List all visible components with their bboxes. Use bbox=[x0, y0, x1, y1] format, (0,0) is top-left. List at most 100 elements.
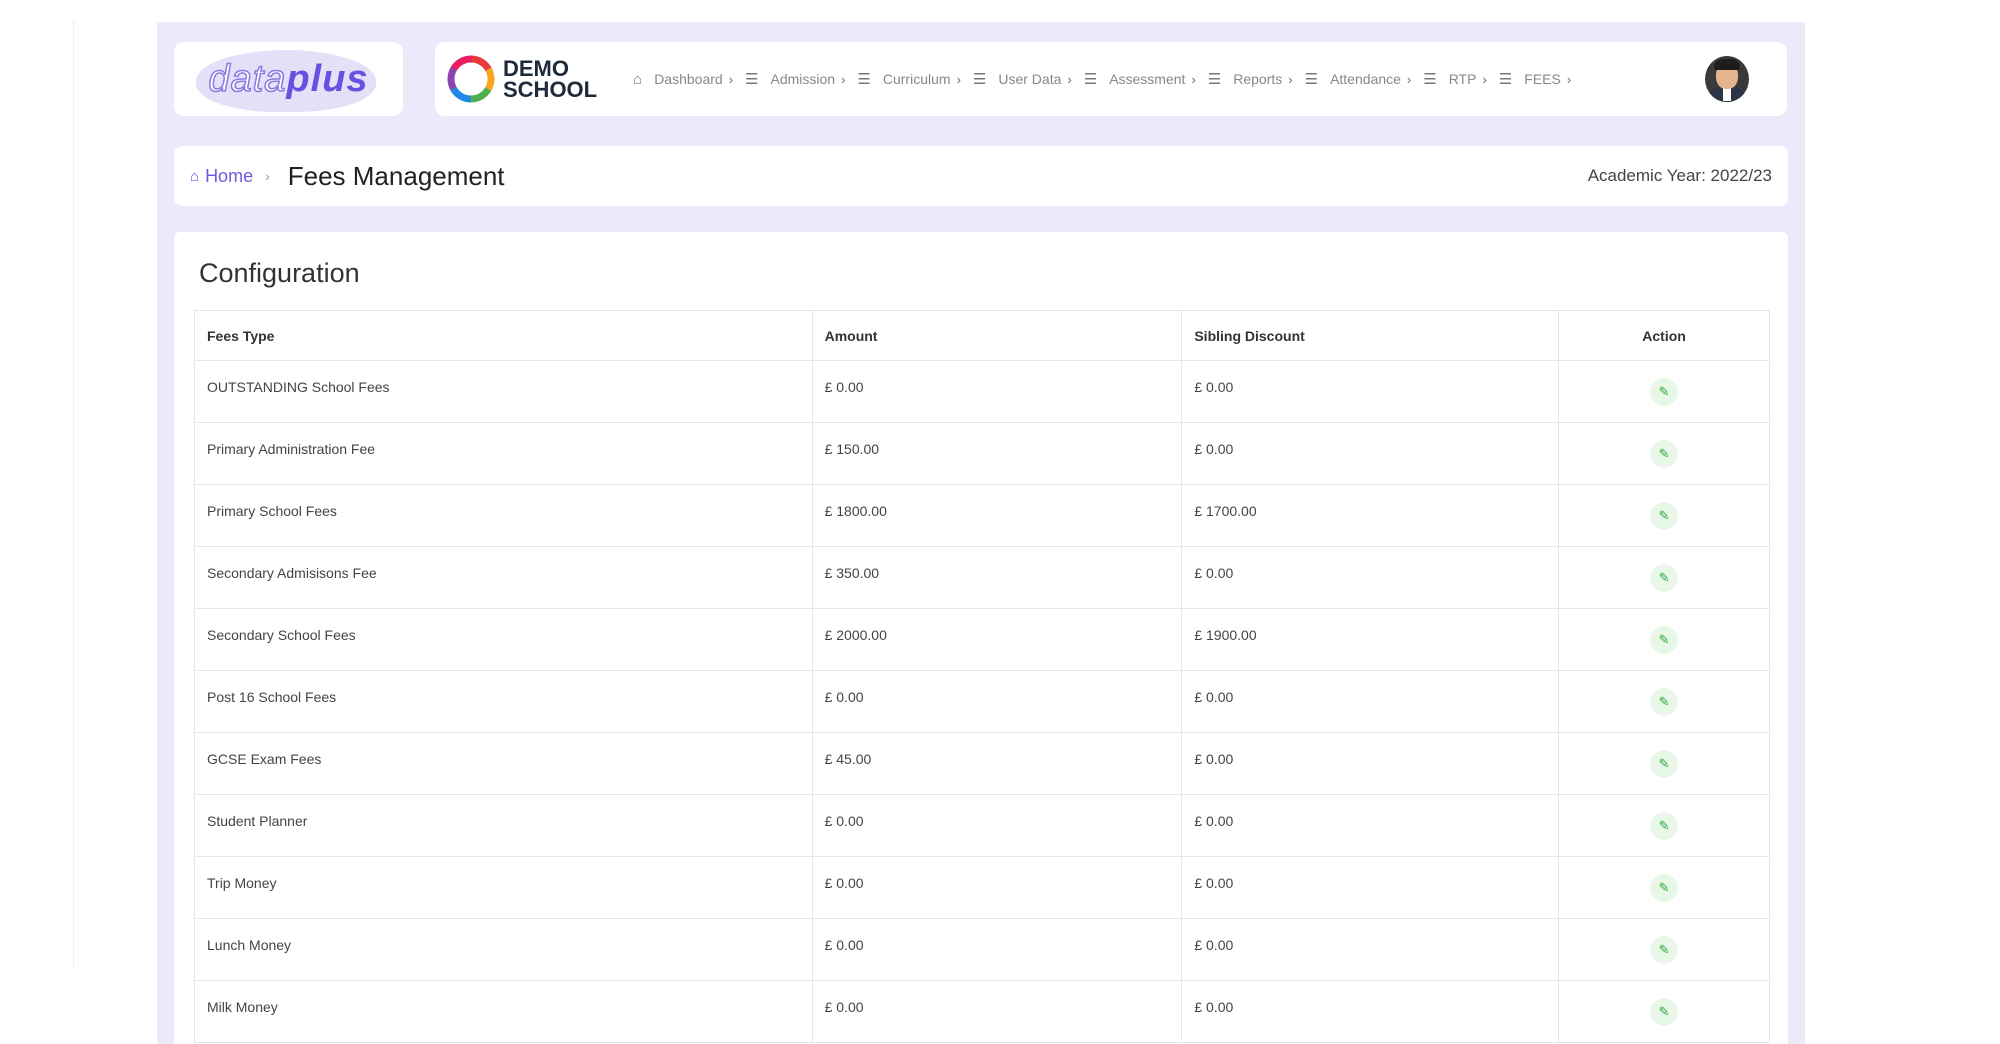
amount-cell: £ 1800.00 bbox=[811, 484, 1183, 547]
amount-cell: £ 0.00 bbox=[811, 794, 1183, 857]
table-row: OUTSTANDING School Fees £ 0.00 £ 0.00 ✎ bbox=[194, 360, 1770, 423]
action-cell: ✎ bbox=[1558, 918, 1770, 981]
amount-cell: £ 0.00 bbox=[811, 670, 1183, 733]
nav-reports[interactable]: ☰ Reports › bbox=[1208, 70, 1293, 88]
action-cell: ✎ bbox=[1558, 794, 1770, 857]
edit-button[interactable]: ✎ bbox=[1650, 687, 1679, 716]
edit-button[interactable]: ✎ bbox=[1650, 997, 1679, 1026]
nav-curriculum[interactable]: ☰ Curriculum › bbox=[857, 70, 960, 88]
top-navigation: DEMO SCHOOL ⌂ Dashboard › ☰ Admission › ☰ Cur… bbox=[435, 42, 1787, 116]
chevron-right-icon: › bbox=[956, 71, 961, 87]
breadcrumb-home[interactable]: ⌂ Home bbox=[190, 166, 253, 187]
menu-icon: ☰ bbox=[1304, 71, 1319, 88]
action-cell: ✎ bbox=[1558, 422, 1770, 485]
column-header-fees-type: Fees Type bbox=[194, 310, 813, 361]
amount-cell: £ 0.00 bbox=[811, 918, 1183, 981]
school-name: DEMO SCHOOL bbox=[503, 56, 598, 102]
nav-fees[interactable]: ☰ FEES › bbox=[1499, 70, 1571, 88]
menu-icon: ☰ bbox=[745, 71, 759, 88]
dataplus-logo[interactable]: dataplus bbox=[174, 42, 403, 116]
table-row: Secondary Admisisons Fee £ 350.00 £ 0.00… bbox=[194, 546, 1770, 609]
home-icon: ⌂ bbox=[633, 70, 643, 88]
main-menu: ⌂ Dashboard › ☰ Admission › ☰ Curriculum › ☰ Us… bbox=[633, 70, 1583, 89]
amount-cell: £ 45.00 bbox=[811, 732, 1183, 795]
edit-button[interactable]: ✎ bbox=[1650, 935, 1679, 964]
fees-type-cell: Primary Administration Fee bbox=[194, 422, 813, 485]
fees-type-cell: OUTSTANDING School Fees bbox=[194, 360, 813, 423]
school-logo[interactable]: DEMO SCHOOL bbox=[445, 53, 597, 105]
pencil-icon: ✎ bbox=[1658, 445, 1670, 461]
edit-button[interactable]: ✎ bbox=[1650, 501, 1679, 530]
pencil-icon: ✎ bbox=[1658, 941, 1670, 957]
action-cell: ✎ bbox=[1558, 484, 1770, 547]
table-header-row: Fees Type Amount Sibling Discount Action bbox=[194, 310, 1770, 361]
chevron-right-icon: › bbox=[1191, 71, 1196, 87]
discount-cell: £ 0.00 bbox=[1181, 732, 1560, 795]
chevron-right-icon: › bbox=[1288, 71, 1293, 87]
chevron-right-icon: › bbox=[841, 71, 846, 87]
school-emblem-icon bbox=[447, 55, 495, 103]
section-title: Configuration bbox=[199, 258, 360, 288]
fees-type-cell: Trip Money bbox=[194, 856, 813, 919]
academic-year: Academic Year: 2022/23 bbox=[1587, 166, 1772, 185]
column-header-sibling-discount: Sibling Discount bbox=[1181, 310, 1560, 361]
chevron-right-icon: › bbox=[1067, 71, 1072, 87]
fees-type-cell: Secondary School Fees bbox=[194, 608, 813, 671]
nav-user-data[interactable]: ☰ User Data › bbox=[973, 70, 1072, 88]
discount-cell: £ 0.00 bbox=[1181, 670, 1560, 733]
logo-text: dataplus bbox=[208, 57, 369, 101]
amount-cell: £ 2000.00 bbox=[811, 608, 1183, 671]
app-frame: dataplus DEMO SCHOOL ⌂ Dashboard › ☰ Admiss… bbox=[157, 22, 1805, 1044]
nav-dashboard[interactable]: ⌂ Dashboard › bbox=[633, 71, 733, 88]
discount-cell: £ 0.00 bbox=[1181, 546, 1560, 609]
action-cell: ✎ bbox=[1558, 670, 1770, 733]
column-header-amount: Amount bbox=[811, 310, 1183, 361]
edit-button[interactable]: ✎ bbox=[1650, 873, 1679, 902]
table-row: Secondary School Fees £ 2000.00 £ 1900.0… bbox=[194, 608, 1770, 671]
edit-button[interactable]: ✎ bbox=[1650, 377, 1679, 406]
table-row: Lunch Money £ 0.00 £ 0.00 ✎ bbox=[194, 918, 1770, 981]
fees-type-cell: Milk Money bbox=[194, 980, 813, 1043]
pencil-icon: ✎ bbox=[1658, 755, 1670, 771]
fees-type-cell: Primary School Fees bbox=[194, 484, 813, 547]
edit-button[interactable]: ✎ bbox=[1650, 625, 1679, 654]
amount-cell: £ 0.00 bbox=[811, 856, 1183, 919]
configuration-card: Configuration Fees Type Amount Sibling D… bbox=[174, 232, 1788, 1044]
avatar-shirt bbox=[1723, 87, 1731, 101]
amount-cell: £ 0.00 bbox=[811, 360, 1183, 423]
action-cell: ✎ bbox=[1558, 732, 1770, 795]
nav-rtp[interactable]: ☰ RTP › bbox=[1423, 70, 1487, 88]
discount-cell: £ 1700.00 bbox=[1181, 484, 1560, 547]
column-header-action: Action bbox=[1558, 310, 1770, 361]
amount-cell: £ 0.00 bbox=[811, 980, 1183, 1043]
table-row: Primary School Fees £ 1800.00 £ 1700.00 … bbox=[194, 484, 1770, 547]
pencil-icon: ✎ bbox=[1658, 507, 1670, 523]
pencil-icon: ✎ bbox=[1658, 817, 1670, 833]
chevron-right-icon: › bbox=[265, 168, 270, 184]
pencil-icon: ✎ bbox=[1658, 631, 1670, 647]
chevron-right-icon: › bbox=[1482, 71, 1487, 87]
edit-button[interactable]: ✎ bbox=[1650, 749, 1679, 778]
menu-icon: ☰ bbox=[1207, 71, 1222, 88]
breadcrumb: ⌂ Home › Fees Management Academic Year: … bbox=[174, 146, 1788, 206]
amount-cell: £ 350.00 bbox=[811, 546, 1183, 609]
chevron-right-icon: › bbox=[1406, 71, 1412, 87]
page-title: Fees Management bbox=[287, 160, 505, 191]
nav-attendance[interactable]: ☰ Attendance › bbox=[1305, 70, 1412, 88]
chevron-right-icon: › bbox=[728, 71, 734, 87]
user-avatar[interactable] bbox=[1705, 56, 1749, 102]
edit-button[interactable]: ✎ bbox=[1650, 811, 1679, 840]
discount-cell: £ 0.00 bbox=[1181, 980, 1560, 1043]
edit-button[interactable]: ✎ bbox=[1650, 563, 1679, 592]
fees-type-cell: GCSE Exam Fees bbox=[194, 732, 813, 795]
action-cell: ✎ bbox=[1558, 546, 1770, 609]
discount-cell: £ 0.00 bbox=[1181, 360, 1560, 423]
nav-assessment[interactable]: ☰ Assessment › bbox=[1084, 70, 1196, 88]
nav-admission[interactable]: ☰ Admission › bbox=[745, 70, 845, 88]
fees-table: Fees Type Amount Sibling Discount Action… bbox=[194, 310, 1770, 1043]
edit-button[interactable]: ✎ bbox=[1650, 439, 1679, 468]
menu-icon: ☰ bbox=[972, 71, 987, 88]
pencil-icon: ✎ bbox=[1658, 569, 1670, 585]
pencil-icon: ✎ bbox=[1658, 1003, 1670, 1019]
pencil-icon: ✎ bbox=[1658, 879, 1670, 895]
